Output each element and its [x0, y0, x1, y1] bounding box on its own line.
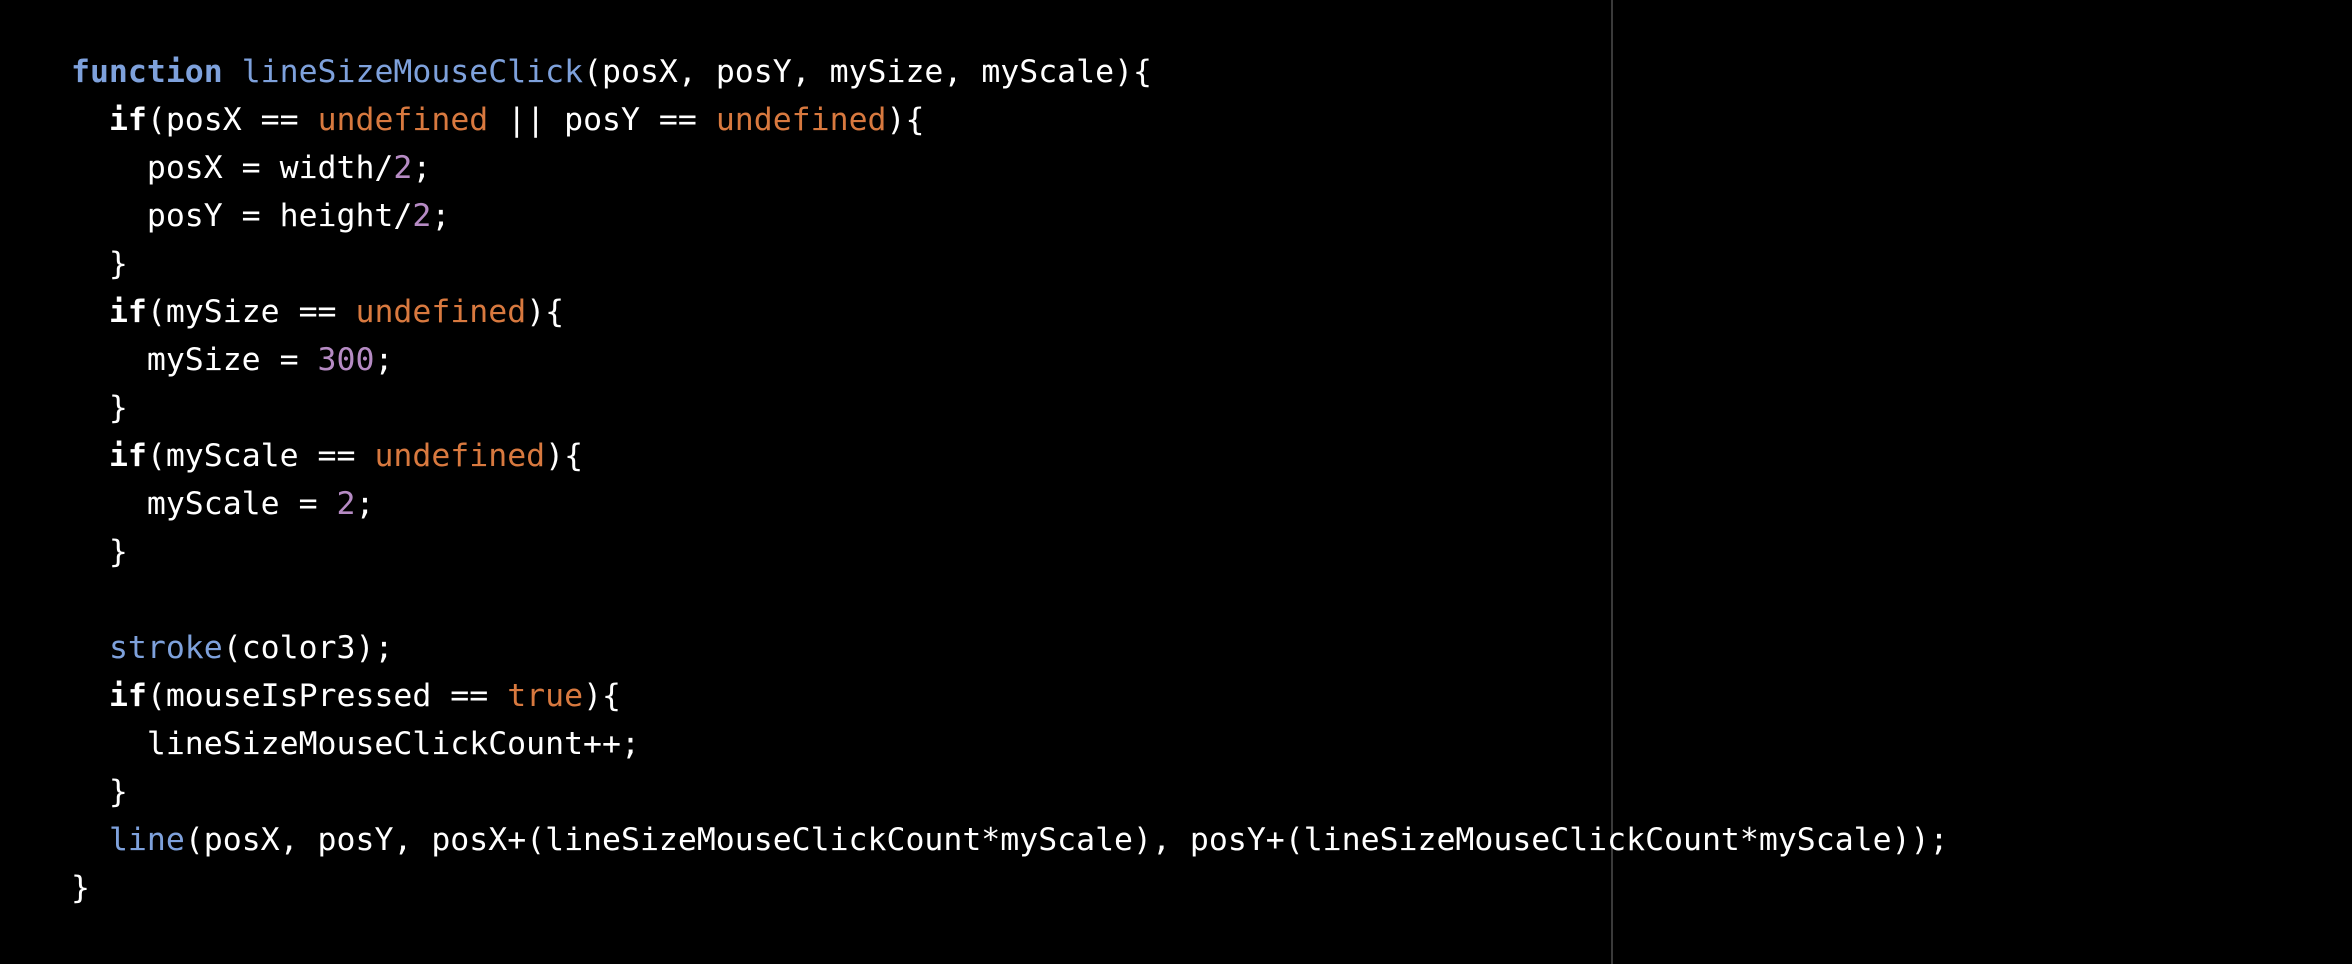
literal-token: undefined: [317, 102, 489, 138]
code-line[interactable]: }: [71, 768, 1949, 816]
code-text: ){: [583, 678, 621, 714]
code-line[interactable]: }: [71, 528, 1949, 576]
code-line[interactable]: }: [71, 240, 1949, 288]
code-line[interactable]: if(mySize == undefined){: [71, 288, 1949, 336]
number-token: 2: [336, 486, 356, 522]
code-line[interactable]: }: [71, 384, 1949, 432]
code-line[interactable]: lineSizeMouseClickCount++;: [71, 720, 1949, 768]
code-text: myScale =: [71, 486, 337, 522]
code-line[interactable]: stroke(color3);: [71, 624, 1949, 672]
code-text: ){: [545, 438, 584, 474]
code-text: ){: [526, 294, 565, 330]
code-text: posX = width/: [71, 150, 394, 186]
code-text: }: [71, 390, 128, 426]
code-text: lineSizeMouseClickCount++;: [71, 726, 640, 762]
control-keyword-token: if: [108, 102, 147, 138]
code-text: ){: [886, 102, 925, 138]
code-text: ;: [412, 150, 432, 186]
code-text: (myScale ==: [146, 438, 375, 474]
literal-token: true: [507, 678, 584, 714]
control-keyword-token: if: [108, 438, 147, 474]
keyword-token: function: [71, 54, 223, 90]
code-text: }: [71, 246, 128, 282]
code-text: (posX ==: [146, 102, 318, 138]
code-text: posY = height/: [71, 198, 413, 234]
code-text: (posX, posY, mySize, myScale){: [583, 54, 1153, 90]
literal-token: undefined: [715, 102, 887, 138]
code-text: ;: [355, 486, 375, 522]
literal-token: undefined: [355, 294, 527, 330]
literal-token: undefined: [374, 438, 546, 474]
code-text: (mouseIsPressed ==: [146, 678, 508, 714]
code-line[interactable]: line(posX, posY, posX+(lineSizeMouseClic…: [71, 816, 1949, 864]
builtin-call-token: line: [108, 822, 185, 858]
code-text: (posX, posY, posX+(lineSizeMouseClickCou…: [184, 822, 1949, 858]
control-keyword-token: if: [108, 678, 147, 714]
code-text: ;: [431, 198, 451, 234]
code-editor[interactable]: function lineSizeMouseClick(posX, posY, …: [0, 0, 2352, 964]
code-line[interactable]: }: [71, 864, 1949, 912]
code-line[interactable]: posX = width/2;: [71, 144, 1949, 192]
number-token: 2: [393, 150, 413, 186]
code-line[interactable]: myScale = 2;: [71, 480, 1949, 528]
code-line[interactable]: if(mouseIsPressed == true){: [71, 672, 1949, 720]
code-text: }: [71, 774, 128, 810]
number-token: 2: [412, 198, 432, 234]
code-line[interactable]: posY = height/2;: [71, 192, 1949, 240]
code-text: mySize =: [71, 342, 318, 378]
control-keyword-token: if: [108, 294, 147, 330]
code-text: }: [71, 870, 90, 906]
code-line[interactable]: if(posX == undefined || posY == undefine…: [71, 96, 1949, 144]
code-text: (color3);: [222, 630, 394, 666]
code-line[interactable]: ​: [71, 576, 1949, 624]
code-line[interactable]: mySize = 300;: [71, 336, 1949, 384]
builtin-call-token: stroke: [108, 630, 223, 666]
code-text: || posY ==: [488, 102, 716, 138]
code-text: }: [71, 534, 128, 570]
code-line[interactable]: if(myScale == undefined){: [71, 432, 1949, 480]
code-line[interactable]: function lineSizeMouseClick(posX, posY, …: [71, 48, 1949, 96]
code-block[interactable]: function lineSizeMouseClick(posX, posY, …: [71, 48, 1949, 912]
code-text: ;: [374, 342, 394, 378]
function-name-token: lineSizeMouseClick: [241, 54, 584, 90]
number-token: 300: [317, 342, 375, 378]
code-text: (mySize ==: [146, 294, 356, 330]
